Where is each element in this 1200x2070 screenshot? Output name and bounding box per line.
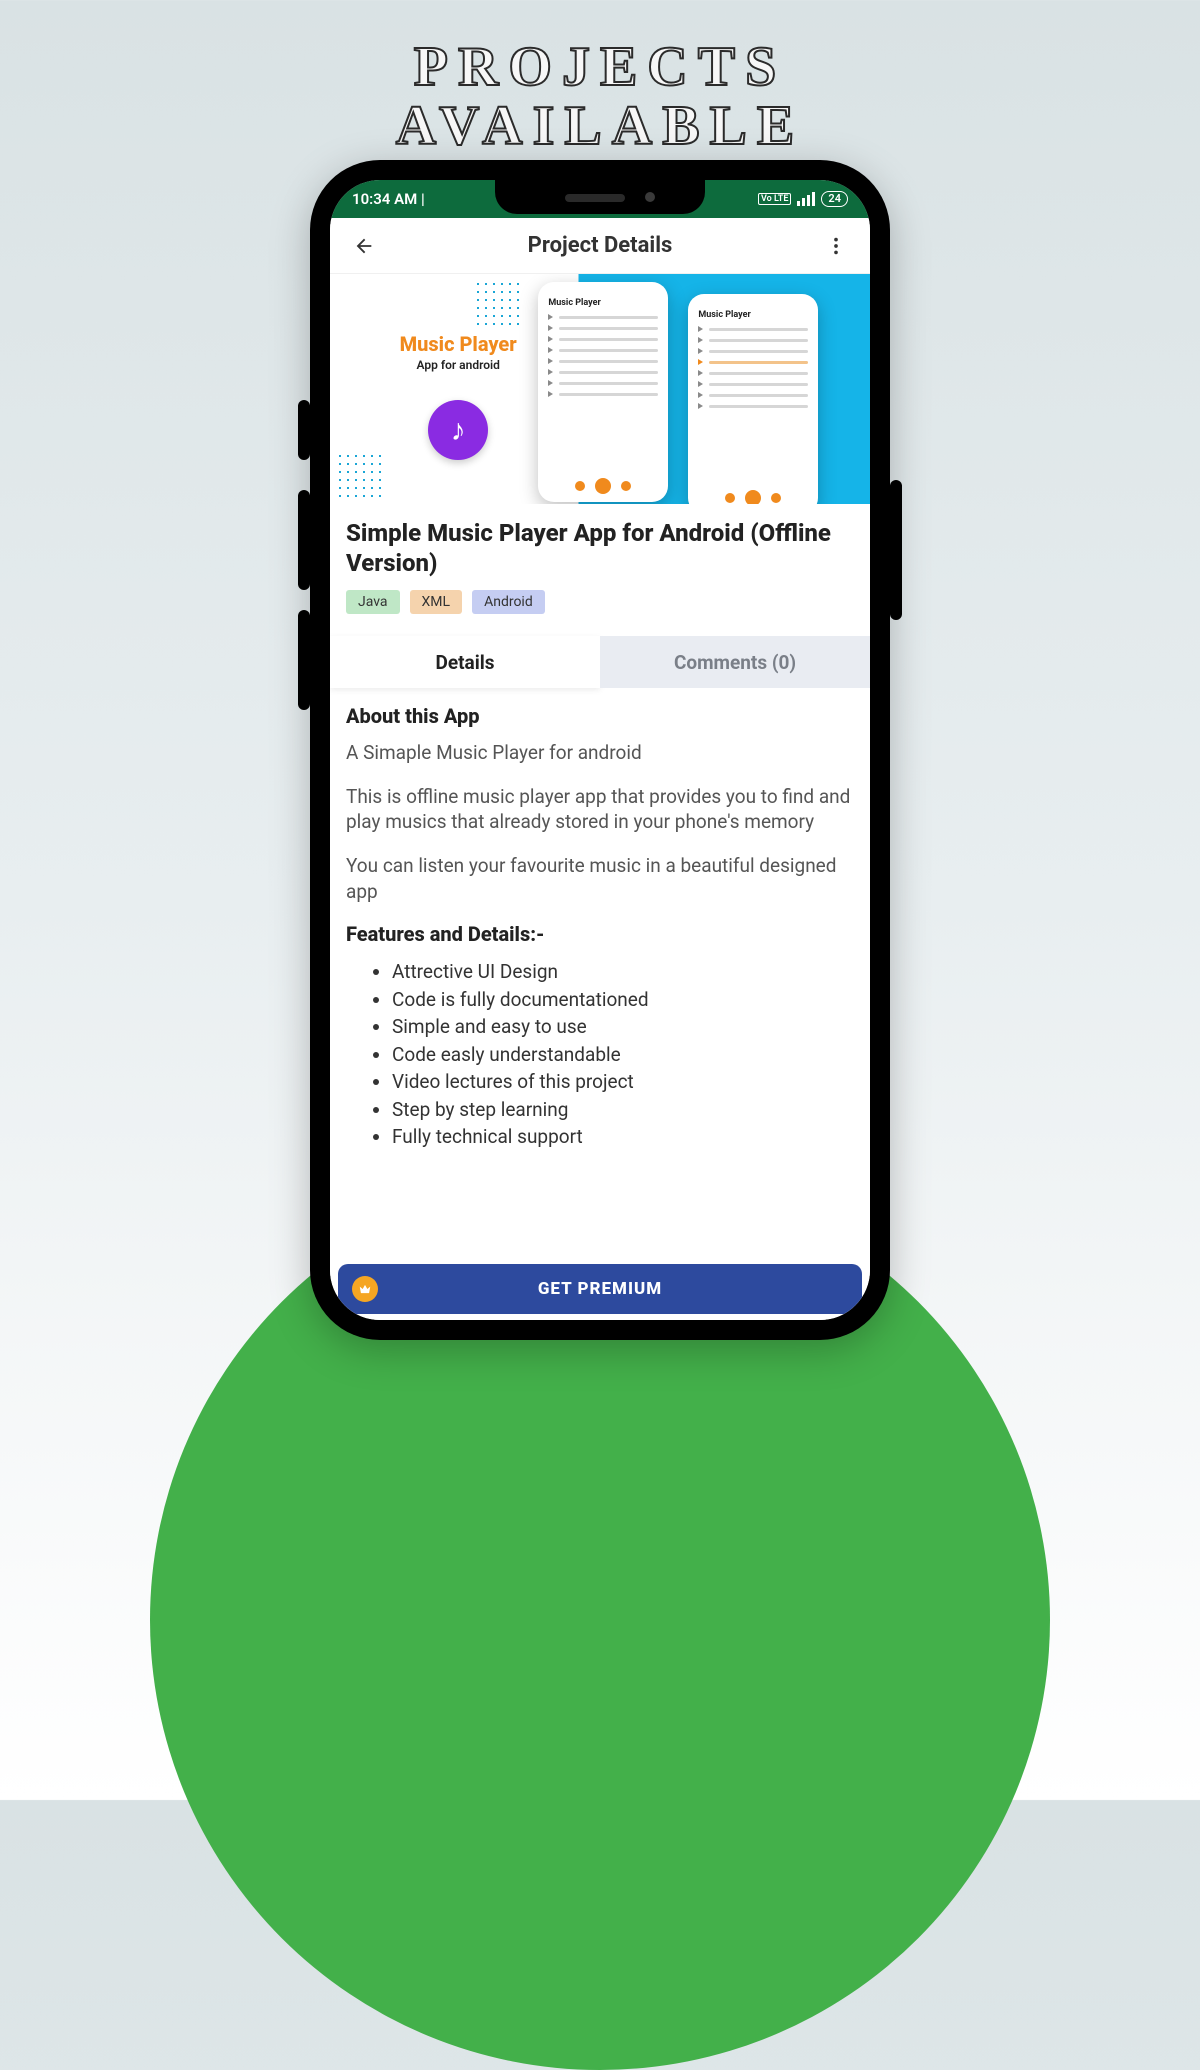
lte-icon: Vo LTE — [758, 193, 791, 205]
page-heading: PROJECTS AVAILABLE — [0, 0, 1200, 156]
tag-java[interactable]: Java — [346, 590, 400, 614]
mini-player-controls — [698, 488, 808, 504]
hero-mini-phone: Music Player — [538, 282, 668, 502]
hero-mini-phone: Music Player — [688, 294, 818, 504]
list-item: Code is fully documentationed — [392, 986, 854, 1014]
about-paragraph: You can listen your favourite music in a… — [346, 853, 854, 904]
features-heading: Features and Details:- — [330, 922, 870, 956]
list-item: Video lectures of this project — [392, 1068, 854, 1096]
page-heading-line1: PROJECTS — [0, 38, 1200, 97]
more-vert-icon — [825, 235, 847, 257]
play-icon — [595, 478, 611, 494]
mini-phone-title: Music Player — [548, 298, 658, 308]
overflow-menu-button[interactable] — [820, 230, 852, 262]
tab-details[interactable]: Details — [330, 636, 600, 688]
get-premium-button[interactable]: GET PREMIUM — [338, 1264, 862, 1314]
about-heading: About this App — [346, 704, 854, 728]
status-right: Vo LTE 24 — [758, 191, 848, 207]
tag-xml[interactable]: XML — [410, 590, 463, 614]
pause-icon — [745, 490, 761, 504]
music-note-icon: ♪ — [428, 400, 488, 460]
tab-bar: Details Comments (0) — [330, 636, 870, 688]
phone-notch — [495, 180, 705, 214]
page-title: Project Details — [528, 233, 673, 258]
premium-label: GET PREMIUM — [538, 1279, 662, 1299]
list-item: Fully technical support — [392, 1123, 854, 1151]
arrow-left-icon — [353, 235, 375, 257]
back-button[interactable] — [348, 230, 380, 262]
phone-screen: 10:34 AM | Vo LTE 24 Project Details — [330, 180, 870, 1320]
tag-row: Java XML Android — [330, 584, 870, 632]
tab-comments[interactable]: Comments (0) — [600, 636, 870, 688]
phone-frame: 10:34 AM | Vo LTE 24 Project Details — [310, 160, 890, 1340]
features-section: Attrective UI Design Code is fully docum… — [330, 956, 870, 1211]
app-bar: Project Details — [330, 218, 870, 274]
content-area: Simple Music Player App for Android (Off… — [330, 504, 870, 1320]
phone-side-button — [298, 400, 310, 460]
decorative-dots — [336, 452, 382, 498]
project-title: Simple Music Player App for Android (Off… — [330, 504, 870, 584]
about-paragraph: This is offline music player app that pr… — [346, 784, 854, 835]
battery-icon: 24 — [821, 191, 848, 207]
about-paragraph: A Simaple Music Player for android — [346, 740, 854, 766]
mini-phone-title: Music Player — [698, 310, 808, 320]
hero-right: Music Player Music Player — [578, 274, 870, 504]
phone-side-button — [298, 610, 310, 710]
page-heading-line2: AVAILABLE — [0, 97, 1200, 156]
list-item: Attrective UI Design — [392, 958, 854, 986]
decorative-dots — [474, 280, 520, 326]
hero-brand-title: Music Player — [348, 332, 568, 356]
signal-icon — [797, 192, 815, 206]
phone-side-button — [890, 480, 902, 620]
hero-banner: Music Player App for android ♪ Music Pla… — [330, 274, 870, 504]
status-time: 10:34 AM | — [352, 190, 425, 208]
list-item: Code easly understandable — [392, 1041, 854, 1069]
tag-android[interactable]: Android — [472, 590, 545, 614]
hero-brand-sub: App for android — [348, 358, 568, 372]
crown-icon — [352, 1276, 378, 1302]
list-item: Step by step learning — [392, 1096, 854, 1124]
about-section: About this App A Simaple Music Player fo… — [330, 688, 870, 904]
phone-side-button — [298, 490, 310, 590]
features-list: Attrective UI Design Code is fully docum… — [346, 958, 854, 1151]
mini-player-controls — [548, 476, 658, 496]
list-item: Simple and easy to use — [392, 1013, 854, 1041]
